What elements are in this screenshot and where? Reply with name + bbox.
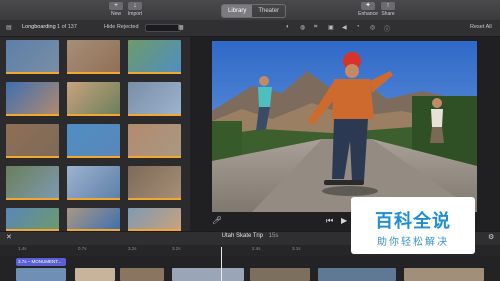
plus-icon: + [109,2,123,10]
import-label: Import [127,11,143,17]
used-clip-marker [128,198,181,200]
clip-thumbnail[interactable] [128,124,181,158]
used-clip-marker [128,72,181,74]
used-clip-marker [6,156,59,158]
timeline-clip[interactable] [75,268,115,281]
stabilization-icon[interactable]: ▣ [328,24,334,31]
timeline-clip[interactable] [250,268,310,281]
clip-thumbnail[interactable] [67,40,120,74]
share-button[interactable]: ↑ Share [376,2,400,18]
clip-thumbnail[interactable] [67,208,120,231]
info-icon[interactable]: ⓘ [384,24,390,33]
watermark-logo: 百科全说 助你轻松解决 [351,197,475,254]
used-clip-marker [128,114,181,116]
clip-thumbnail[interactable] [128,166,181,200]
tick-label: 2.4s [252,246,261,251]
clip-thumbnail[interactable] [6,208,59,231]
timeline-clip[interactable] [172,268,244,281]
timeline-clip[interactable] [120,268,164,281]
color-balance-icon[interactable]: ◐ [286,24,290,30]
clip-thumbnail[interactable] [67,82,120,116]
tab-library[interactable]: Library [222,5,253,17]
timeline-clip[interactable] [404,268,484,281]
project-name: Utah Skate Trip [221,233,263,239]
clip-thumbnail[interactable] [6,40,59,74]
skip-back-icon[interactable]: ⏮ [326,216,333,226]
microphone-icon[interactable]: 🎤︎ [212,216,222,225]
used-clip-marker [6,198,59,200]
timeline-settings-icon[interactable]: ⚙ [488,233,494,241]
used-clip-marker [67,156,120,158]
reset-all-button[interactable]: Reset All [470,24,492,30]
volume-icon[interactable]: ◀ [342,24,347,31]
tab-theater[interactable]: Theater [252,5,285,17]
watermark-title: 百科全说 [375,211,451,231]
timeline-clip[interactable] [16,268,66,281]
clip-thumbnail[interactable] [128,82,181,116]
used-clip-marker [67,114,120,116]
tick-label: 3.1s [292,246,301,251]
magic-wand-icon: ✦ [361,2,375,10]
color-correction-icon[interactable]: ◍ [300,24,305,31]
filter-icon[interactable]: ◎ [370,24,375,31]
clip-thumbnail[interactable] [128,208,181,231]
tick-label: 0.7s [78,246,87,251]
clip-count: 1 of 137 [57,24,77,30]
clip-thumbnail[interactable] [6,82,59,116]
used-clip-marker [6,72,59,74]
main-toolbar: + New ↓ Import Library Theater ✦ Enhance… [0,0,500,21]
view-switcher: Library Theater [221,4,287,18]
timeline-clip[interactable] [318,268,396,281]
used-clip-marker [67,198,120,200]
search-input[interactable] [145,24,181,32]
used-clip-marker [6,114,59,116]
viewer-image [212,41,477,212]
clip-thumbnail[interactable] [128,40,181,74]
clip-thumbnail[interactable] [67,166,120,200]
event-name: Longboarding [22,24,56,30]
used-clip-marker [67,72,120,74]
download-icon: ↓ [128,2,142,10]
share-label: Share [381,11,395,17]
title-clip[interactable]: 3.7s – MONUMENT... [16,258,66,266]
tick-label: 3.2s [172,246,181,251]
project-duration: 15s [268,233,279,239]
import-button[interactable]: ↓ Import [123,2,147,18]
tick-label: 3.2s [128,246,137,251]
crop-icon[interactable]: ⌗ [314,24,317,31]
speed-icon[interactable]: ◔ [356,24,360,30]
used-clip-marker [128,156,181,158]
share-icon: ↑ [381,2,395,10]
sidebar-toggle-icon[interactable]: ▤ [6,24,12,31]
playhead[interactable] [221,247,222,281]
watermark-subtitle: 助你轻松解决 [377,237,449,248]
filter-select[interactable]: Hide Rejected [104,24,139,30]
clip-size-icon[interactable]: ▦ [178,24,184,31]
tick-label: 1.4s [18,246,27,251]
play-icon[interactable]: ▶ [341,216,347,225]
clip-thumbnail[interactable] [67,124,120,158]
clip-thumbnail[interactable] [6,124,59,158]
clip-thumbnail[interactable] [6,166,59,200]
